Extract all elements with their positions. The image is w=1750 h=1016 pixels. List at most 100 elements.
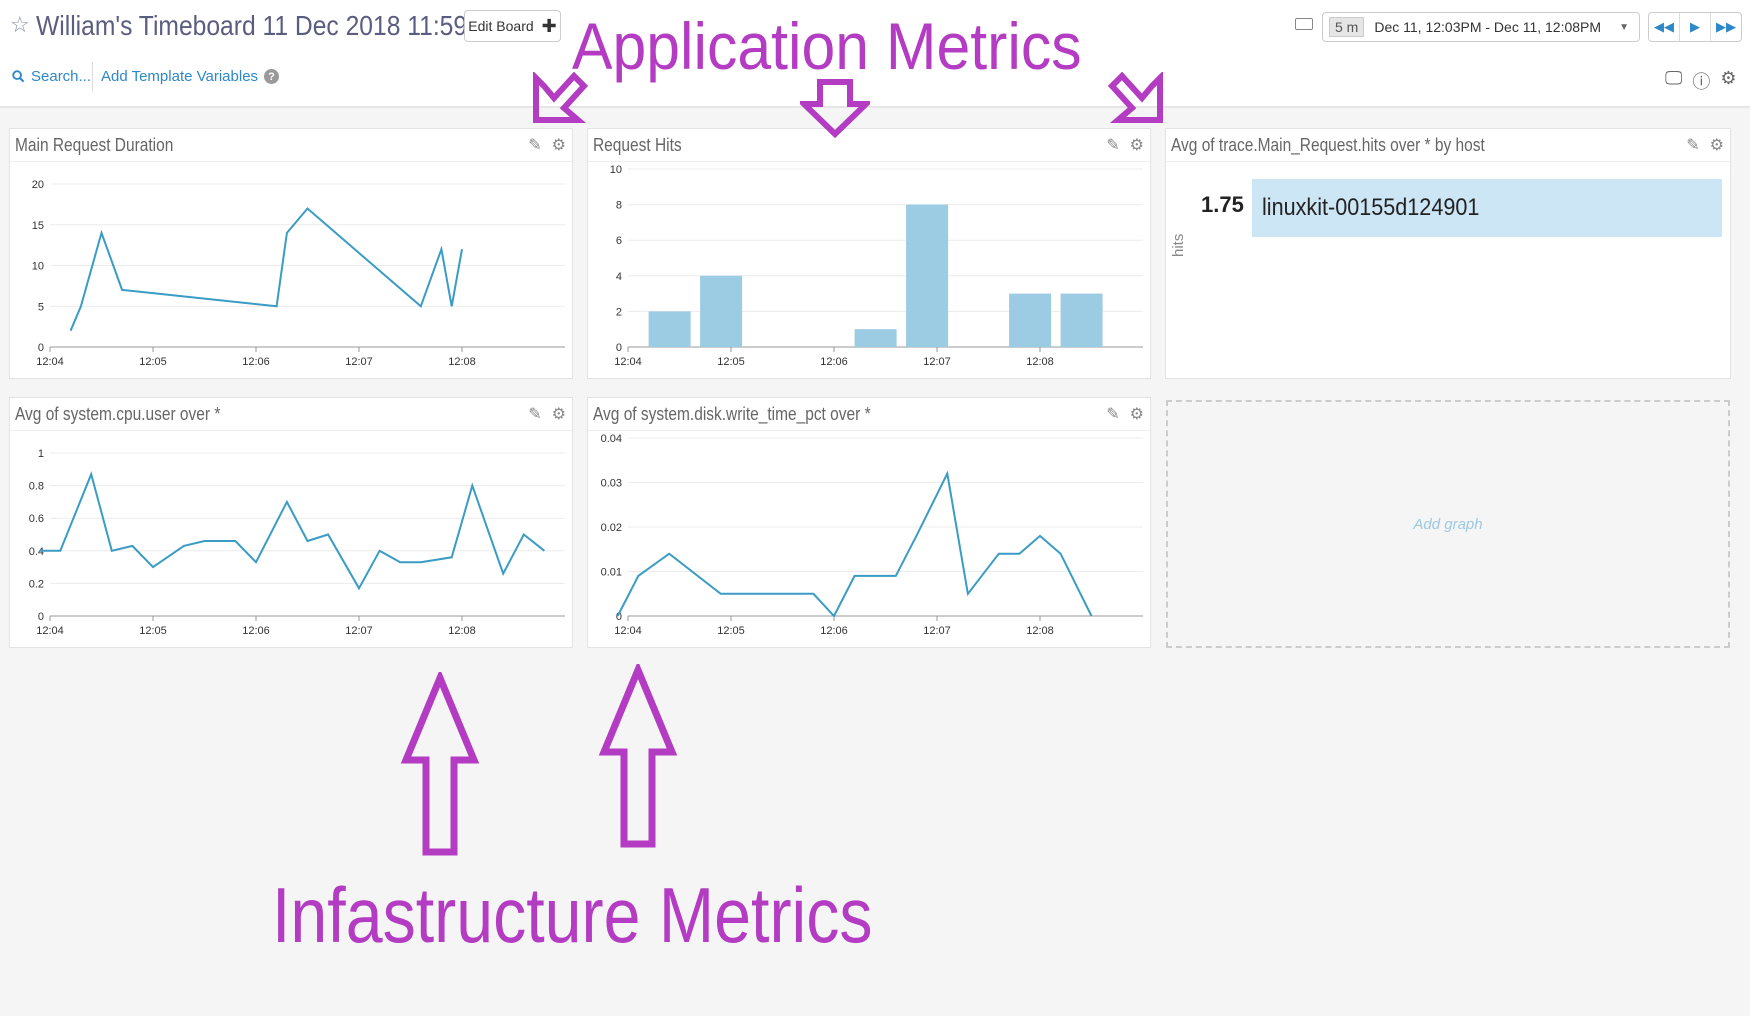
keyboard-icon[interactable]: [1295, 18, 1313, 30]
gear-icon[interactable]: ⚙: [1720, 68, 1736, 94]
y-tick-label: 10: [610, 164, 622, 176]
x-tick-label: 12:07: [345, 356, 373, 368]
bar: [648, 311, 691, 347]
search-link[interactable]: Search...: [12, 68, 91, 85]
add-template-variables-link[interactable]: Add Template Variables ?: [101, 68, 280, 85]
x-tick-label: 12:05: [717, 356, 745, 368]
bar: [1009, 293, 1052, 347]
arrow-down-icon: [800, 79, 870, 138]
bar: [1060, 293, 1103, 347]
arrow-down-left-icon: [533, 72, 588, 123]
widget-hits-by-host: Avg of trace.Main_Request.hits over * by…: [1165, 128, 1731, 379]
y-tick-label: 5: [38, 301, 44, 313]
x-tick-label: 12:04: [614, 356, 642, 368]
x-tick-label: 12:08: [448, 625, 476, 637]
x-tick-label: 12:06: [820, 625, 848, 637]
widget-cpu-user: Avg of system.cpu.user over * ✎ ⚙ 0 0.2 0.4…: [9, 397, 573, 648]
add-graph-label: Add graph: [1413, 515, 1483, 533]
x-tick-label: 12:06: [242, 625, 270, 637]
time-nav-buttons: ◀◀ ▶ ▶▶: [1648, 12, 1742, 42]
y-tick-label: 2: [616, 306, 622, 318]
series-line: [69, 207, 463, 332]
chevron-down-icon: ▼: [1619, 21, 1629, 33]
y-tick-label: 0.6: [29, 513, 44, 525]
x-tick-label: 12:05: [717, 625, 745, 637]
y-tick-label: 20: [32, 179, 44, 191]
chart-disk-write-time: 00.010.020.030.0412:04 12:05 12:06 12:07 12:…: [601, 433, 1143, 637]
x-tick-label: 12:08: [1026, 625, 1054, 637]
x-tick-label: 12:04: [36, 356, 64, 368]
widget-disk-write-time: Avg of system.disk.write_time_pct over *…: [587, 397, 1151, 648]
y-tick-label: 0.04: [601, 433, 622, 445]
bar: [854, 329, 897, 347]
axis-label: hits: [1170, 233, 1187, 257]
info-icon[interactable]: ⓘ: [1692, 68, 1710, 94]
bar: [700, 275, 743, 347]
template-variables-label: Add Template Variables: [101, 68, 259, 85]
x-tick-label: 12:08: [1026, 356, 1054, 368]
time-range-label: Dec 11, 12:03PM - Dec 11, 12:08PM: [1374, 19, 1602, 35]
x-tick-label: 12:07: [923, 356, 951, 368]
series-line: [39, 471, 546, 591]
y-tick-label: 0: [616, 342, 622, 354]
play-icon[interactable]: ▶: [1680, 13, 1711, 41]
widget-title: Avg of trace.Main_Request.hits over * by…: [1171, 135, 1485, 155]
help-icon[interactable]: ?: [264, 69, 280, 84]
arrow-up-icon: [598, 664, 678, 848]
host-name: linuxkit-00155d124901: [1262, 194, 1480, 221]
time-range-selector[interactable]: 5 m Dec 11, 12:03PM - Dec 11, 12:08PM ▼: [1322, 12, 1640, 42]
edit-board-button[interactable]: Edit Board ✚: [464, 10, 561, 42]
search-icon: [12, 70, 25, 83]
series-line: [616, 470, 1093, 618]
widget-divider: [1166, 161, 1730, 162]
y-tick-label: 0.2: [29, 578, 44, 590]
widget-request-hits: Request Hits ✎ ⚙ 0 2 4 6 8 10 12:04 12:05 12:06 12…: [587, 128, 1151, 379]
x-tick-label: 12:06: [242, 356, 270, 368]
y-tick-label: 0.8: [29, 481, 44, 493]
y-tick-label: 15: [32, 220, 44, 232]
chart-request-hits: 0 2 4 6 8 10 12:04 12:05 12:06 12:07 12:08: [610, 164, 1143, 368]
toolbar-divider: [92, 62, 93, 92]
y-tick-label: 0: [38, 611, 44, 623]
rewind-icon[interactable]: ◀◀: [1649, 13, 1680, 41]
arrow-up-icon: [400, 672, 480, 856]
x-tick-label: 12:06: [820, 356, 848, 368]
plus-icon: ✚: [541, 15, 557, 36]
annotation-application-metrics: Application Metrics: [572, 9, 1082, 83]
chart-cpu-user: 00.20.40.60.8112:04 12:05 12:06 12:07 12:08: [29, 448, 565, 637]
x-tick-label: 12:04: [36, 625, 64, 637]
y-tick-label: 6: [616, 235, 622, 247]
toolbar-right-icons: 🖵 ⓘ ⚙: [1665, 68, 1737, 94]
bar: [906, 204, 949, 347]
y-tick-label: 10: [32, 261, 44, 273]
y-tick-label: 0: [38, 342, 44, 354]
y-tick-label: 1: [38, 448, 44, 460]
x-tick-label: 12:05: [139, 356, 167, 368]
x-tick-label: 12:08: [448, 356, 476, 368]
page-title: William's Timeboard 11 Dec 2018 11:59: [36, 10, 468, 41]
widget-main-request-duration: Main Request Duration ✎ ⚙ 0 5 10 15 20 12:04 12…: [9, 128, 573, 379]
y-tick-label: 8: [616, 200, 622, 212]
timespan-badge: 5 m: [1329, 17, 1365, 37]
search-label: Search...: [31, 68, 92, 85]
arrow-down-right-icon: [1108, 72, 1163, 123]
x-tick-label: 12:07: [923, 625, 951, 637]
star-icon[interactable]: ☆: [10, 12, 30, 38]
gear-icon[interactable]: ⚙: [1710, 135, 1724, 155]
y-tick-label: 0.02: [601, 522, 622, 534]
y-tick-label: 0.01: [601, 567, 622, 579]
chart-main-request-duration: 0 5 10 15 20 12:04 12:05 12:06 12:07 12:08: [32, 179, 565, 368]
add-graph-button[interactable]: Add graph: [1166, 400, 1730, 648]
fast-forward-icon[interactable]: ▶▶: [1711, 13, 1741, 41]
y-tick-label: 0.03: [601, 478, 622, 490]
widget-controls: ✎ ⚙: [1686, 135, 1724, 155]
pencil-icon[interactable]: ✎: [1686, 135, 1699, 155]
host-bar[interactable]: linuxkit-00155d124901: [1252, 179, 1722, 237]
x-tick-label: 12:04: [614, 625, 642, 637]
host-value: 1.75: [1201, 192, 1244, 217]
monitor-icon[interactable]: 🖵: [1665, 68, 1682, 94]
x-tick-label: 12:05: [139, 625, 167, 637]
x-tick-label: 12:07: [345, 625, 373, 637]
y-tick-label: 4: [616, 271, 622, 283]
edit-board-label: Edit Board: [468, 18, 534, 34]
